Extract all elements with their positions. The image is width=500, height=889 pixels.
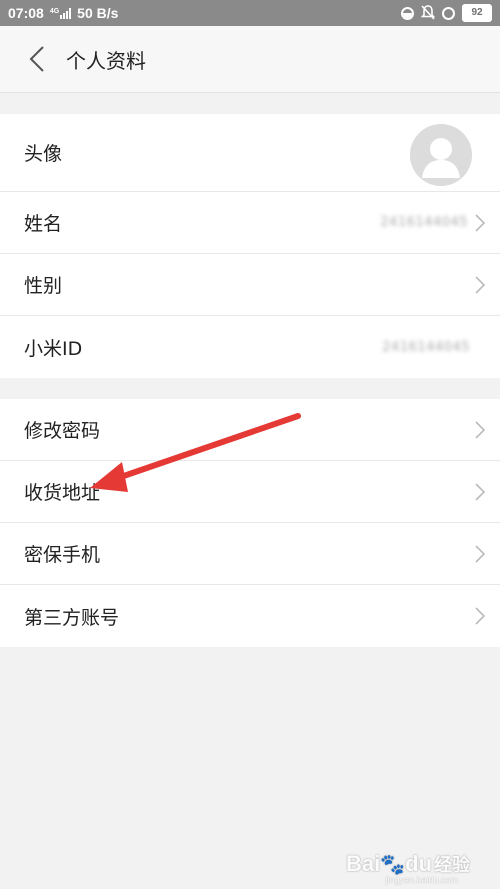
chevron-right-icon [475,275,486,294]
row-label: 密保手机 [24,544,101,566]
row-avatar[interactable]: 头像 [0,114,500,192]
bell-muted-icon [420,4,436,22]
row-security-phone[interactable]: 密保手机 [0,523,500,585]
watermark-url: jingyan.baidu.com [385,875,458,885]
row-label: 头像 [24,143,63,165]
chevron-right-icon [475,607,486,625]
row-label: 性别 [24,275,63,297]
row-change-password[interactable]: 修改密码 [0,399,500,461]
row-label: 修改密码 [24,420,101,442]
chevron-left-icon[interactable] [14,36,60,82]
alarm-icon [442,6,455,20]
status-time: 07:08 [8,5,44,21]
app-header: 个人资料 [0,26,500,93]
account-security-group: 修改密码 收货地址 密保手机 第三方账号 [0,399,500,647]
name-value: 2416144045 [380,215,468,230]
row-label: 收货地址 [24,482,101,504]
status-right: 92 [401,4,492,22]
data-saver-icon [401,6,414,20]
watermark-suffix: 经验 [434,855,470,875]
watermark-brand-tail: du [405,851,432,876]
profile-group: 头像 姓名 2416144045 性别 小米ID 2416144045 [0,114,500,378]
row-xiaomi-id[interactable]: 小米ID 2416144045 [0,316,500,378]
row-label: 小米ID [24,337,83,360]
chevron-right-icon [475,482,486,501]
page-title: 个人资料 [66,48,146,73]
signal-icon [60,7,72,19]
network-speed: 50 B/s [77,5,119,21]
status-left: 07:08 4G 50 B/s [8,5,118,21]
chevron-right-icon [475,544,486,563]
network-type: 4G [49,7,60,15]
paw-icon: 🐾 [380,854,406,876]
chevron-right-icon [475,213,486,232]
chevron-right-icon [475,420,486,439]
baidu-jingyan-watermark: Bai🐾du 经验 [346,851,470,877]
status-bar: 07:08 4G 50 B/s 92 [0,0,500,26]
watermark-brand: Bai [345,851,381,876]
status-network-indicator: 4G [49,7,72,19]
row-third-party-accounts[interactable]: 第三方账号 [0,585,500,647]
row-label: 第三方账号 [24,606,120,629]
xiaomi-id-value: 2416144045 [382,339,470,355]
avatar[interactable] [410,124,472,186]
row-gender[interactable]: 性别 [0,254,500,316]
row-label: 姓名 [24,213,63,235]
row-name[interactable]: 姓名 2416144045 [0,192,500,254]
battery-indicator: 92 [462,4,492,22]
row-shipping-address[interactable]: 收货地址 [0,461,500,523]
